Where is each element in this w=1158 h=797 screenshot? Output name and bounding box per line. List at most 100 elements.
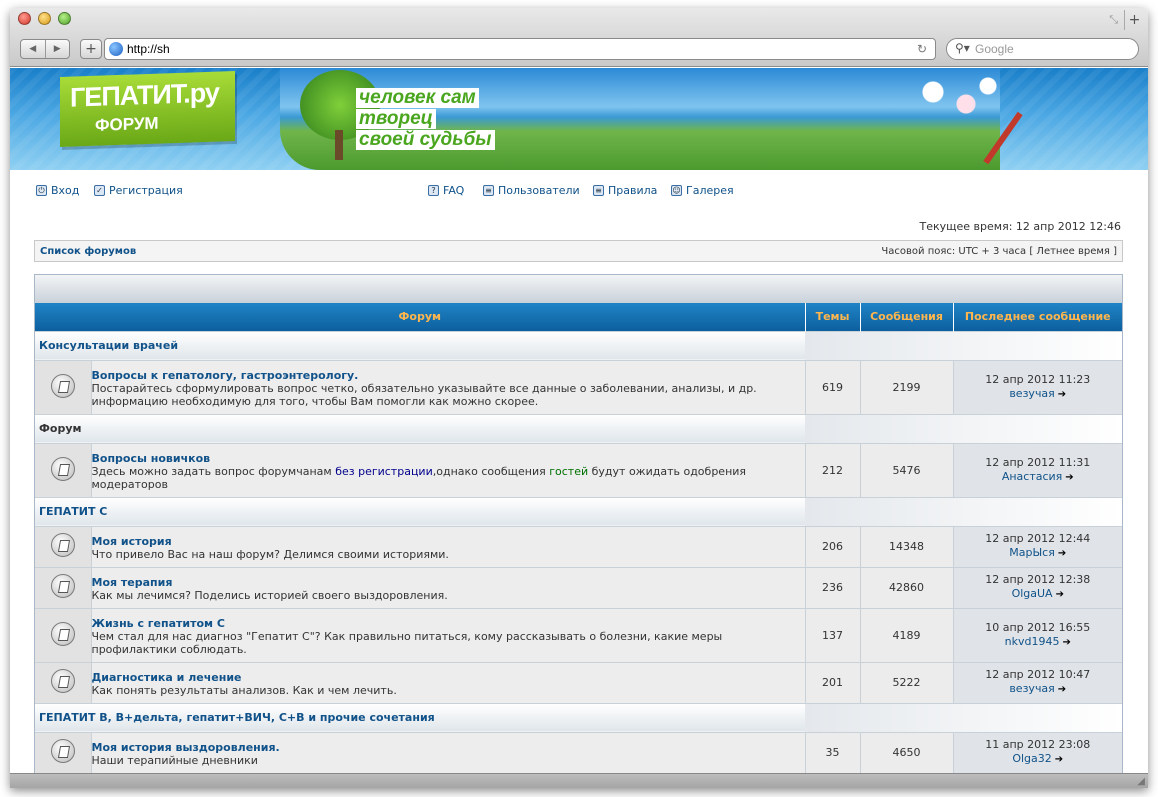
forum-row: Вопросы к гепатологу, гастроэнтерологу. П…: [35, 359, 1123, 414]
last-post-user-link[interactable]: везучая: [1009, 387, 1054, 400]
topics-count: 206: [804, 525, 861, 567]
forum-description: Как понять результаты анализов. Как и че…: [91, 683, 397, 697]
forum-description: Постарайтесь сформулировать вопрос четко…: [91, 381, 757, 408]
topics-count: 137: [804, 607, 861, 662]
login-link[interactable]: ⏻ Вход: [36, 184, 79, 197]
forum-title-link[interactable]: Моя история выздоровления.: [92, 741, 805, 754]
register-icon: ✓: [94, 185, 105, 196]
users-icon: ≡: [483, 185, 494, 196]
search-input[interactable]: ⚲▾ Google: [946, 38, 1139, 60]
posts-count: 5222: [859, 661, 954, 703]
site-banner: ГЕПАТИТ.ру ФОРУМ человек сам творец свое…: [10, 68, 1148, 170]
forum-title-link[interactable]: Диагностика и лечение: [92, 671, 805, 684]
last-post-user-link[interactable]: Анастасия: [1002, 470, 1062, 483]
last-post-date: 10 апр 2012 16:55: [985, 620, 1091, 634]
login-icon: ⏻: [36, 185, 47, 196]
forum-row: Моя терапия Как мы лечимся? Поделись исто…: [35, 566, 1123, 608]
forum-description: Наши терапийные дневники: [91, 753, 258, 767]
table-top-bar: [35, 275, 1122, 303]
logo-title: ГЕПАТИТ.ру: [70, 77, 219, 113]
forum-read-icon: [50, 456, 75, 481]
last-post-user-link[interactable]: nkvd1945: [1005, 635, 1060, 648]
register-label: Регистрация: [109, 184, 183, 197]
top-navigation: ⏻ Вход ✓ Регистрация ? FAQ ≡ Пользователи ≡ П…: [10, 170, 1148, 204]
topics-count: 35: [804, 731, 861, 773]
rules-link[interactable]: ≡ Правила: [593, 184, 657, 197]
rules-icon: ≡: [593, 185, 604, 196]
slogan-line: творец: [356, 109, 436, 129]
browser-window: ⤡ + ◀ ▶ + http://sh ↻ ⚲▾ Google ГЕПАТИТ.…: [10, 8, 1148, 788]
category-row: Консультации врачей: [35, 330, 1123, 360]
users-label: Пользователи: [498, 184, 580, 197]
last-post-user-link[interactable]: МарЫся: [1009, 546, 1055, 559]
faq-icon: ?: [428, 185, 439, 196]
forum-title-link[interactable]: Вопросы новичков: [92, 452, 805, 465]
topics-count: 236: [804, 566, 861, 608]
forum-list-link[interactable]: Список форумов: [40, 246, 136, 257]
forum-title-link[interactable]: Моя история: [92, 535, 805, 548]
goto-last-post-icon[interactable]: ➔: [1065, 471, 1073, 485]
slogan-line: своей судьбы: [356, 130, 495, 150]
globe-icon: [109, 42, 123, 56]
goto-last-post-icon[interactable]: ➔: [1062, 636, 1070, 650]
forum-read-icon: [50, 533, 75, 557]
forum-read-icon: [50, 373, 75, 398]
users-link[interactable]: ≡ Пользователи: [483, 184, 580, 197]
goto-last-post-icon[interactable]: ➔: [1056, 588, 1064, 602]
goto-last-post-icon[interactable]: ➔: [1058, 388, 1066, 402]
new-tab-button[interactable]: +: [1124, 10, 1144, 30]
forum-read-icon: [50, 739, 75, 764]
maximize-icon[interactable]: [58, 12, 71, 25]
forum-row: Жизнь с гепатитом С Чем стал для нас диаг…: [35, 607, 1123, 662]
desc-text: Здесь можно задать вопрос форумчанам: [91, 464, 336, 478]
header-posts: Сообщения: [859, 303, 954, 331]
site-logo[interactable]: ГЕПАТИТ.ру ФОРУМ: [60, 70, 235, 148]
category-link[interactable]: Консультации врачей: [39, 339, 178, 352]
logo-subtitle: ФОРУМ: [95, 113, 159, 135]
rules-label: Правила: [608, 184, 658, 197]
minimize-icon[interactable]: [38, 12, 51, 25]
goto-last-post-icon[interactable]: ➔: [1055, 753, 1063, 767]
close-icon[interactable]: [18, 12, 31, 25]
history-buttons: ◀ ▶: [20, 39, 70, 59]
category-link[interactable]: Форум: [39, 422, 82, 435]
last-post-user-link[interactable]: везучая: [1009, 682, 1054, 695]
forum-title-link[interactable]: Жизнь с гепатитом С: [92, 617, 805, 630]
blossom-image: [900, 68, 1010, 128]
reload-icon[interactable]: ↻: [917, 42, 927, 56]
breadcrumb: Список форумов Часовой пояс: UTC + 3 час…: [34, 240, 1123, 262]
category-link[interactable]: ГЕПАТИТ С: [39, 505, 107, 518]
last-post-user-link[interactable]: OlgaUA: [1012, 587, 1053, 600]
forum-row: Моя история выздоровления. Наши терапийны…: [35, 731, 1123, 773]
faq-label: FAQ: [443, 184, 465, 197]
desc-text: ,однако сообщения: [432, 464, 550, 478]
goto-last-post-icon[interactable]: ➔: [1058, 683, 1066, 697]
register-link[interactable]: ✓ Регистрация: [94, 184, 183, 197]
browser-toolbar: ⤡ + ◀ ▶ + http://sh ↻ ⚲▾ Google: [10, 8, 1148, 67]
category-row: ГЕПАТИТ В, В+дельта, гепатит+ВИЧ, С+В и …: [35, 702, 1123, 732]
last-post-user-link[interactable]: Olga32: [1012, 752, 1051, 765]
forum-title-link[interactable]: Моя терапия: [92, 576, 805, 589]
search-placeholder: Google: [975, 42, 1014, 56]
last-post-date: 12 апр 2012 11:31: [985, 455, 1091, 469]
gallery-link[interactable]: ☺ Галерея: [671, 184, 734, 197]
forward-button[interactable]: ▶: [46, 40, 70, 58]
last-post-date: 12 апр 2012 12:44: [985, 532, 1091, 545]
resize-corner-icon[interactable]: ⤡: [1109, 13, 1118, 27]
gallery-icon: ☺: [671, 185, 682, 196]
add-bookmark-button[interactable]: +: [80, 39, 102, 59]
topics-count: 212: [804, 442, 861, 497]
forum-read-icon: [50, 669, 75, 693]
address-bar[interactable]: http://sh ↻: [104, 38, 936, 60]
forum-title-link[interactable]: Вопросы к гепатологу, гастроэнтерологу.: [92, 369, 805, 382]
forum-read-icon: [50, 621, 75, 646]
goto-last-post-icon[interactable]: ➔: [1058, 547, 1066, 561]
gallery-label: Галерея: [686, 184, 734, 197]
forum-table: Форум Темы Сообщения Последнее сообщение…: [34, 274, 1123, 773]
resize-grip-icon[interactable]: ◢: [1137, 776, 1145, 787]
faq-link[interactable]: ? FAQ: [428, 184, 464, 197]
back-button[interactable]: ◀: [21, 40, 46, 58]
category-link[interactable]: ГЕПАТИТ В, В+дельта, гепатит+ВИЧ, С+В и …: [39, 711, 435, 724]
topics-count: 201: [804, 661, 861, 703]
search-icon: ⚲▾: [955, 41, 970, 55]
